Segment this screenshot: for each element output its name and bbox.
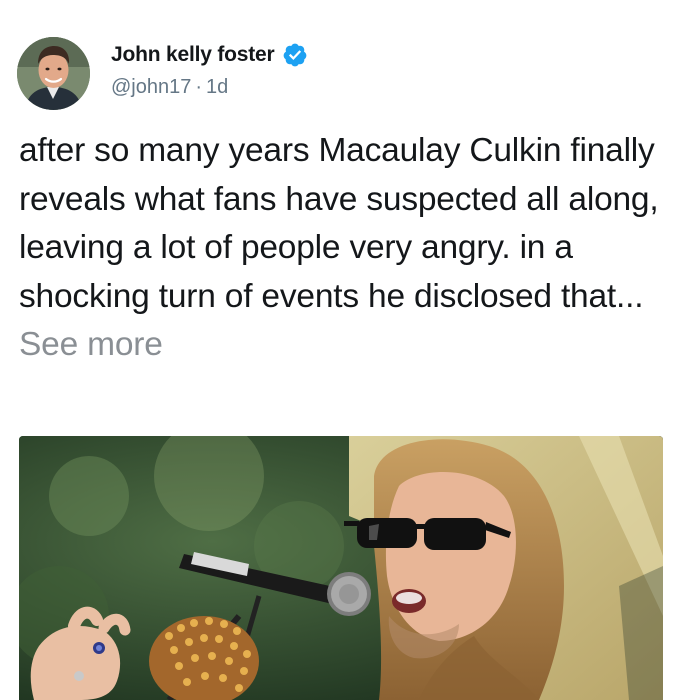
verified-badge-icon — [282, 42, 308, 68]
tweet-timestamp[interactable]: 1d — [206, 76, 228, 98]
avatar[interactable] — [17, 37, 90, 110]
avatar-photo-icon — [17, 37, 90, 110]
see-more-link[interactable]: See more — [19, 326, 163, 363]
tweet-media-image[interactable] — [19, 436, 663, 700]
author-handle[interactable]: @john17 — [111, 76, 191, 98]
author-meta: @john17 · 1d — [111, 76, 228, 99]
tweet-card: John kelly foster @john17 · 1d after so ma… — [0, 0, 700, 700]
author-name-row: John kelly foster — [111, 40, 308, 70]
tweet-header: John kelly foster @john17 · 1d — [17, 37, 677, 112]
tweet-text: after so many years Macaulay Culkin fina… — [19, 132, 659, 315]
meta-separator: · — [195, 76, 203, 98]
author-display-name[interactable]: John kelly foster — [111, 43, 275, 67]
photo-singer-with-microphone-icon — [19, 436, 663, 700]
tweet-text-container: after so many years Macaulay Culkin fina… — [19, 127, 679, 370]
